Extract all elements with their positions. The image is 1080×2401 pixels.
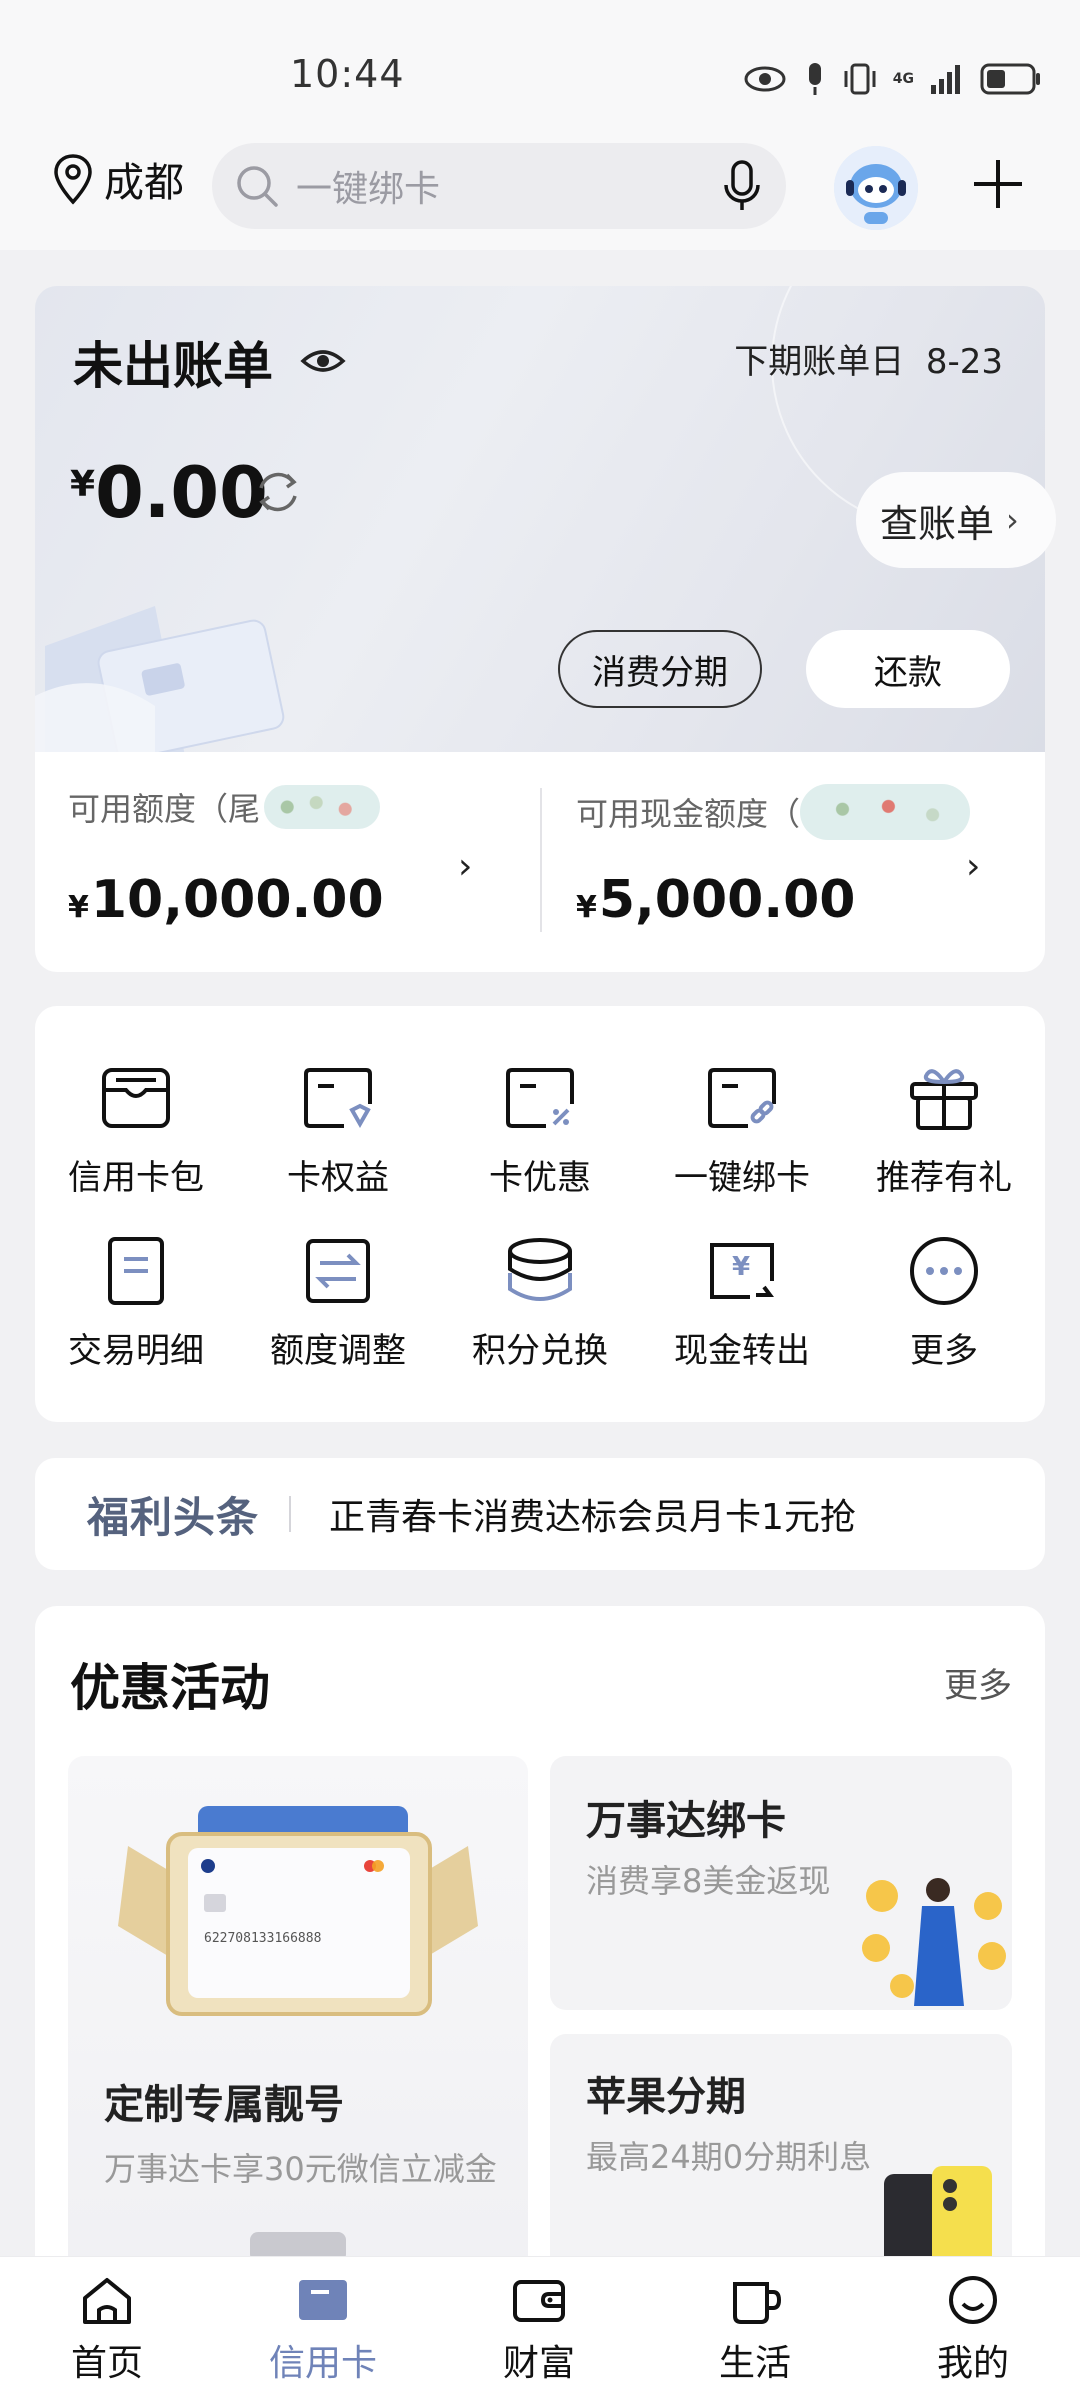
- status-time: 10:44: [290, 52, 405, 96]
- chevron-right-icon: ›: [1006, 501, 1019, 539]
- location-selector[interactable]: 成都: [52, 150, 184, 208]
- assistant-avatar[interactable]: [834, 146, 918, 230]
- grid-item-limit-adjust[interactable]: 额度调整: [237, 1233, 439, 1372]
- cash-limit-label-row: 可用现金额度（: [576, 784, 971, 840]
- grid-item-transaction-detail[interactable]: 交易明细: [35, 1233, 237, 1372]
- available-limit-label-row: 可用额度（尾: [68, 784, 381, 830]
- search-placeholder: 一键绑卡: [296, 169, 441, 210]
- promotions-more-link[interactable]: 更多: [944, 1658, 1012, 1707]
- decorative-card-graphic: [35, 606, 285, 752]
- grid-item-card-wallet[interactable]: 信用卡包: [35, 1060, 237, 1199]
- headline-divider: [289, 1496, 292, 1532]
- vibrate-icon: [844, 63, 876, 95]
- grid-item-card-benefit[interactable]: 卡权益: [237, 1060, 439, 1199]
- svg-text:¥: ¥: [732, 1252, 750, 1282]
- card-bind-icon: [708, 1068, 776, 1128]
- cash-limit-value: ¥5,000.00: [576, 870, 856, 930]
- bank-card-illustration: 622708133166888: [118, 1806, 478, 2016]
- promo-mastercard-title: 万事达绑卡: [586, 1798, 786, 1844]
- woman-coins-illustration: [862, 1878, 1006, 2006]
- tab-life[interactable]: 生活: [680, 2272, 830, 2386]
- grid-item-card-bind[interactable]: 一键绑卡: [641, 1060, 843, 1199]
- tab-home[interactable]: 首页: [32, 2272, 182, 2386]
- grid-item-cash-transfer[interactable]: ¥ 现金转出: [641, 1233, 843, 1372]
- microphone-icon[interactable]: [722, 159, 762, 213]
- city-label: 成都: [104, 160, 184, 206]
- search-bar[interactable]: 一键绑卡: [212, 143, 786, 229]
- profile-icon: [949, 2276, 997, 2324]
- grid-item-points-exchange[interactable]: 积分兑换: [439, 1233, 641, 1372]
- cash-limit-chevron-icon[interactable]: ›: [966, 846, 980, 887]
- signal-icon: [931, 65, 960, 94]
- available-limit-label: 可用额度（尾: [68, 790, 261, 828]
- tab-wealth[interactable]: 财富: [464, 2272, 614, 2386]
- function-grid: 信用卡包 卡权益 卡优惠 一键绑卡 推荐有礼 交易明细 额度调整 积分兑换 ¥ …: [35, 1060, 1045, 1372]
- home-icon: [83, 2278, 131, 2324]
- promo-custom-number-subtitle: 万事达卡享30元微信立减金: [104, 2150, 497, 2188]
- status-icons: 4G: [743, 54, 1042, 104]
- promotions-title: 优惠活动: [70, 1659, 270, 1717]
- wallet-icon: [513, 2280, 565, 2322]
- grid-item-more[interactable]: 更多: [843, 1233, 1045, 1372]
- promo-mastercard-subtitle: 消费享8美金返现: [586, 1862, 831, 1900]
- limits-divider: [540, 788, 542, 932]
- tab-mine[interactable]: 我的: [898, 2272, 1048, 2386]
- cash-limit-label: 可用现金额度（: [576, 795, 801, 833]
- installment-button[interactable]: 消费分期: [558, 630, 762, 708]
- microphone-status-icon: [808, 63, 821, 95]
- tab-credit-card[interactable]: 信用卡: [248, 2272, 398, 2386]
- welfare-headline-brand: 福利头条: [87, 1492, 260, 1542]
- promo-custom-number[interactable]: 622708133166888 定制专属靓号 万事达卡享30元微信立减金: [68, 1756, 528, 2316]
- available-limit-value: ¥10,000.00: [68, 870, 384, 930]
- promo-custom-number-title: 定制专属靓号: [104, 2082, 344, 2128]
- card-wallet-icon: [102, 1068, 170, 1128]
- next-bill-date: 下期账单日 8-23: [734, 342, 1003, 382]
- eye-toggle-icon[interactable]: [300, 338, 346, 384]
- available-limit-chevron-icon[interactable]: ›: [458, 846, 472, 887]
- eye-icon: [744, 66, 786, 92]
- add-icon[interactable]: [968, 154, 1028, 214]
- grid-item-card-discount[interactable]: 卡优惠: [439, 1060, 641, 1199]
- gift-icon: [910, 1069, 978, 1130]
- limit-adjust-icon: [306, 1239, 370, 1303]
- search-icon: [237, 166, 278, 207]
- welfare-headline-text: 正青春卡消费达标会员月卡1元抢: [329, 1497, 856, 1538]
- card-number: 622708133166888: [204, 1931, 321, 1946]
- robot-assistant-icon: [834, 146, 918, 230]
- credit-card-icon: [299, 2280, 347, 2320]
- card-benefit-icon: [304, 1068, 372, 1129]
- promo-mastercard-bind[interactable]: 万事达绑卡 消费享8美金返现: [550, 1756, 1012, 2010]
- bill-title: 未出账单: [73, 337, 273, 395]
- promo-apple-subtitle: 最高24期0分期利息: [586, 2138, 872, 2176]
- masked-cash-info: [800, 784, 971, 840]
- bill-amount: ¥0.00: [70, 452, 268, 534]
- view-bill-button[interactable]: 查账单 ›: [856, 472, 1056, 568]
- grid-item-gift[interactable]: 推荐有礼: [843, 1060, 1045, 1199]
- battery-icon: [980, 63, 1040, 95]
- points-exchange-icon: [508, 1238, 572, 1301]
- transaction-detail-icon: [108, 1237, 164, 1305]
- refresh-icon[interactable]: [252, 466, 304, 518]
- cup-icon: [733, 2282, 782, 2324]
- cash-transfer-icon: ¥: [710, 1243, 774, 1299]
- card-discount-icon: [506, 1068, 574, 1128]
- promo-apple-title: 苹果分期: [586, 2074, 746, 2120]
- repay-button[interactable]: 还款: [806, 630, 1010, 708]
- more-icon: [910, 1237, 978, 1305]
- masked-card-number: [264, 785, 381, 829]
- network-label: 4G: [892, 71, 914, 87]
- welfare-headline-bar[interactable]: 福利头条 正青春卡消费达标会员月卡1元抢: [35, 1458, 1045, 1570]
- location-pin-icon: [54, 154, 92, 205]
